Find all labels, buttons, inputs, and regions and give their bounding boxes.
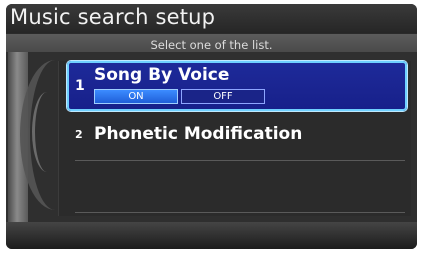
- list-item-song-by-voice[interactable]: 1 Song By Voice ON OFF: [67, 61, 407, 111]
- off-toggle-button[interactable]: OFF: [181, 89, 265, 104]
- title-bar: Music search setup: [6, 4, 417, 33]
- instruction-bar: Select one of the list.: [6, 34, 417, 52]
- list-item-phonetic-modification[interactable]: 2 Phonetic Modification: [67, 115, 407, 159]
- list-divider: [75, 212, 405, 213]
- on-toggle-button[interactable]: ON: [94, 89, 178, 104]
- list-divider: [75, 160, 405, 161]
- list-item-number: 2: [75, 128, 83, 141]
- options-list: 1 Song By Voice ON OFF 2 Phonetic Modifi…: [58, 61, 411, 216]
- instruction-text: Select one of the list.: [150, 38, 273, 52]
- content-area: 1 Song By Voice ON OFF 2 Phonetic Modifi…: [6, 52, 417, 222]
- list-item-number: 1: [75, 78, 85, 94]
- page-title: Music search setup: [10, 5, 216, 29]
- list-item-label: Song By Voice: [94, 65, 230, 85]
- list-item-label: Phonetic Modification: [94, 124, 303, 144]
- navigation-screen: Music search setup Select one of the lis…: [6, 4, 417, 249]
- footer-bar: [6, 222, 417, 249]
